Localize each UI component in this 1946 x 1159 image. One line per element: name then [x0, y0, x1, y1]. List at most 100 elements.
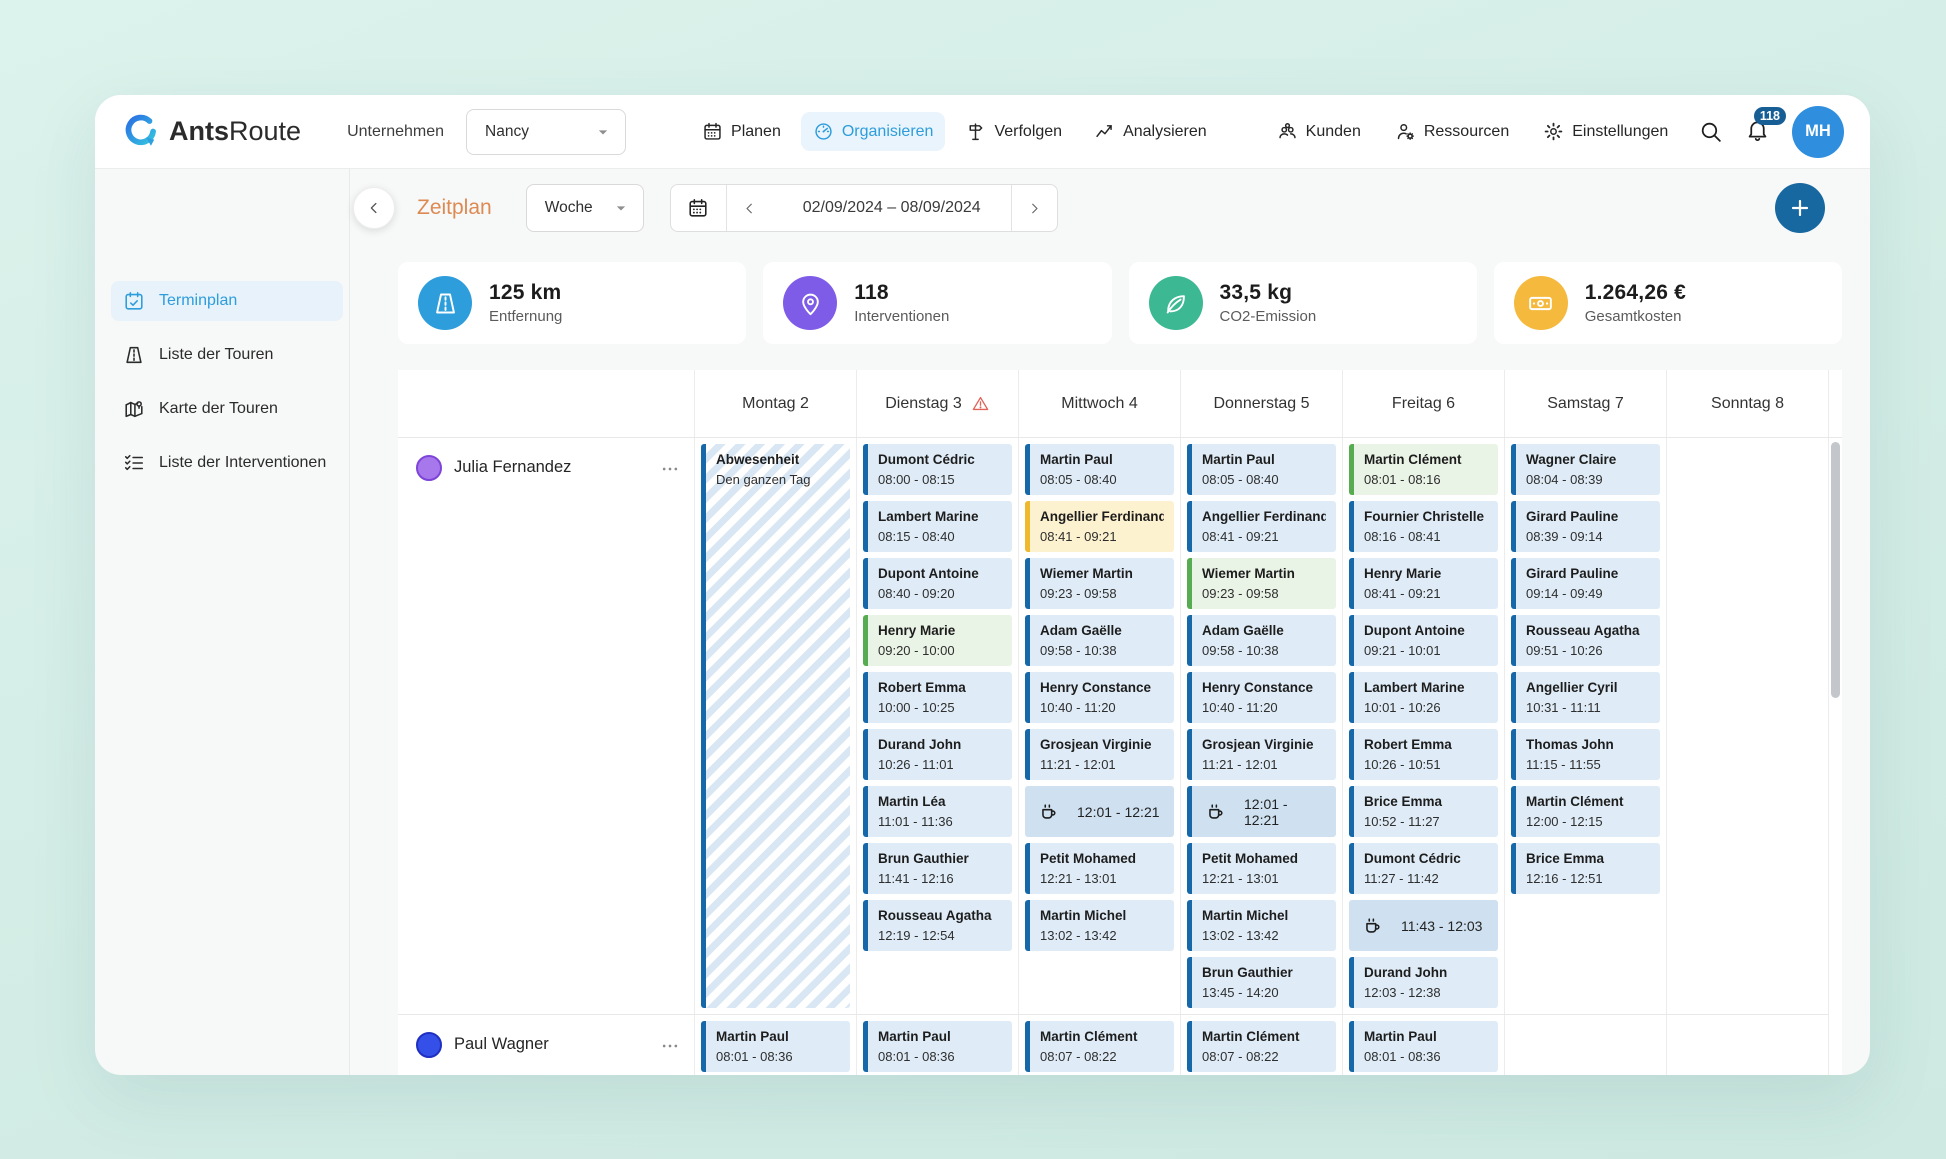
visit-event[interactable]: Martin Paul 08:05 - 08:40: [1025, 444, 1174, 495]
resource-avatar: [416, 455, 442, 481]
break-event[interactable]: 12:01 - 12:21: [1187, 786, 1336, 837]
visit-event[interactable]: Robert Emma 10:26 - 10:51: [1349, 729, 1498, 780]
event-time: 10:40 - 11:20: [1040, 699, 1164, 716]
visit-event[interactable]: Durand John 10:26 - 11:01: [863, 729, 1012, 780]
view-select[interactable]: Woche: [526, 184, 644, 232]
visit-event[interactable]: Robert Emma 10:00 - 10:25: [863, 672, 1012, 723]
visit-event[interactable]: Petit Mohamed 12:21 - 13:01: [1187, 843, 1336, 894]
visit-event[interactable]: Henry Constance 10:40 - 11:20: [1187, 672, 1336, 723]
event-time: 10:52 - 11:27: [1364, 813, 1488, 830]
search-button[interactable]: [1698, 119, 1723, 144]
visit-event[interactable]: Brice Emma 10:52 - 11:27: [1349, 786, 1498, 837]
vertical-scrollbar[interactable]: [1831, 442, 1840, 698]
sidebar-item-liste-der-interventionen[interactable]: Liste der Interventionen: [111, 443, 343, 483]
add-button[interactable]: [1775, 183, 1825, 233]
stat-value: 125 km: [489, 281, 562, 305]
visit-event[interactable]: Adam Gaëlle 09:58 - 10:38: [1187, 615, 1336, 666]
visit-event[interactable]: Girard Pauline 08:39 - 09:14: [1511, 501, 1660, 552]
sidebar-item-liste-der-touren[interactable]: Liste der Touren: [111, 335, 343, 375]
company-select[interactable]: Nancy: [466, 109, 626, 155]
visit-event[interactable]: Grosjean Virginie 11:21 - 12:01: [1025, 729, 1174, 780]
visit-event[interactable]: Wiemer Martin 09:23 - 09:58: [1187, 558, 1336, 609]
open-datepicker-button[interactable]: [671, 185, 727, 231]
nav-tab-planen[interactable]: Planen: [690, 112, 793, 151]
visit-event[interactable]: Martin Clément 12:00 - 12:15: [1511, 786, 1660, 837]
event-time: 08:07 - 08:22: [1202, 1048, 1326, 1065]
visit-event[interactable]: Martin Clément 08:07 - 08:22: [1187, 1021, 1336, 1072]
visit-event[interactable]: Grosjean Virginie 11:21 - 12:01: [1187, 729, 1336, 780]
nav-tab-kunden[interactable]: Kunden: [1265, 112, 1373, 151]
visit-event[interactable]: Martin Léa 11:01 - 11:36: [863, 786, 1012, 837]
event-time: 09:21 - 10:01: [1364, 642, 1488, 659]
event-name: Henry Marie: [878, 622, 1002, 640]
day-header-label: Samstag 7: [1547, 395, 1623, 413]
visit-event[interactable]: Angellier Cyril 10:31 - 11:11: [1511, 672, 1660, 723]
break-event[interactable]: 11:43 - 12:03: [1349, 900, 1498, 951]
break-event[interactable]: 12:01 - 12:21: [1025, 786, 1174, 837]
visit-event[interactable]: Petit Mohamed 12:21 - 13:01: [1025, 843, 1174, 894]
visit-event[interactable]: Wiemer Martin 09:23 - 09:58: [1025, 558, 1174, 609]
visit-event[interactable]: Girard Pauline 09:14 - 09:49: [1511, 558, 1660, 609]
notifications-button[interactable]: 118: [1745, 117, 1770, 147]
visit-event[interactable]: Lambert Marine 10:01 - 10:26: [1349, 672, 1498, 723]
event-time: 11:15 - 11:55: [1526, 756, 1650, 773]
visit-event[interactable]: Lambert Marine 08:15 - 08:40: [863, 501, 1012, 552]
visit-event[interactable]: Martin Paul 08:01 - 08:36: [701, 1021, 850, 1072]
nav-tab-verfolgen[interactable]: Verfolgen: [953, 112, 1074, 151]
nav-tab-einstellungen[interactable]: Einstellungen: [1531, 112, 1680, 151]
stat-value: 118: [854, 281, 949, 305]
visit-event[interactable]: Brun Gauthier 11:41 - 12:16: [863, 843, 1012, 894]
event-name: Fournier Christelle: [1364, 508, 1488, 526]
calendar-icon: [687, 197, 709, 219]
visit-event[interactable]: Brice Emma 12:16 - 12:51: [1511, 843, 1660, 894]
app-logo[interactable]: AntsRoute: [121, 113, 301, 151]
event-time: 12:21 - 13:01: [1202, 870, 1326, 887]
visit-event[interactable]: Martin Michel 13:02 - 13:42: [1187, 900, 1336, 951]
visit-event[interactable]: Brun Gauthier 13:45 - 14:20: [1187, 957, 1336, 1008]
absence-event[interactable]: Abwesenheit Den ganzen Tag: [701, 444, 850, 1008]
visit-event[interactable]: Adam Gaëlle 09:58 - 10:38: [1025, 615, 1174, 666]
nav-tab-label: Verfolgen: [994, 123, 1062, 141]
stat-label: CO2-Emission: [1220, 308, 1317, 325]
visit-event[interactable]: Fournier Christelle 08:16 - 08:41: [1349, 501, 1498, 552]
warning-icon[interactable]: [971, 394, 990, 413]
visit-event[interactable]: Dupont Antoine 08:40 - 09:20: [863, 558, 1012, 609]
visit-event[interactable]: Henry Marie 09:20 - 10:00: [863, 615, 1012, 666]
collapse-sidebar-button[interactable]: [353, 187, 395, 229]
sidebar-item-terminplan[interactable]: Terminplan: [111, 281, 343, 321]
visit-event[interactable]: Martin Paul 08:01 - 08:36: [1349, 1021, 1498, 1072]
visit-event[interactable]: Wagner Claire 08:04 - 08:39: [1511, 444, 1660, 495]
visit-event[interactable]: Henry Constance 10:40 - 11:20: [1025, 672, 1174, 723]
visit-event[interactable]: Dumont Cédric 08:00 - 08:15: [863, 444, 1012, 495]
user-avatar[interactable]: MH: [1792, 106, 1844, 158]
visit-event[interactable]: Martin Michel 13:02 - 13:42: [1025, 900, 1174, 951]
row-menu-button[interactable]: [660, 1036, 680, 1056]
nav-tab-organisieren[interactable]: Organisieren: [801, 112, 946, 151]
visit-event[interactable]: Durand John 12:03 - 12:38: [1349, 957, 1498, 1008]
stat-label: Gesamtkosten: [1585, 308, 1686, 325]
previous-week-button[interactable]: [727, 185, 773, 231]
event-time: 12:16 - 12:51: [1526, 870, 1650, 887]
nav-tab-analysieren[interactable]: Analysieren: [1082, 112, 1219, 151]
visit-event[interactable]: Martin Clément 08:01 - 08:16: [1349, 444, 1498, 495]
visit-event[interactable]: Martin Clément 08:07 - 08:22: [1025, 1021, 1174, 1072]
banknote-icon: [1514, 276, 1568, 330]
visit-event[interactable]: Henry Marie 08:41 - 09:21: [1349, 558, 1498, 609]
event-time: 08:01 - 08:36: [1364, 1048, 1488, 1065]
row-menu-button[interactable]: [660, 459, 680, 479]
visit-event[interactable]: Angellier Ferdinand 08:41 - 09:21: [1187, 501, 1336, 552]
event-name: Durand John: [1364, 964, 1488, 982]
visit-event[interactable]: Dupont Antoine 09:21 - 10:01: [1349, 615, 1498, 666]
sidebar-item-karte-der-touren[interactable]: Karte der Touren: [111, 389, 343, 429]
visit-event[interactable]: Rousseau Agatha 09:51 - 10:26: [1511, 615, 1660, 666]
day-header-mittwoch-4: Mittwoch 4: [1019, 370, 1181, 437]
day-header-montag-2: Montag 2: [695, 370, 857, 437]
visit-event[interactable]: Martin Paul 08:01 - 08:36: [863, 1021, 1012, 1072]
visit-event[interactable]: Martin Paul 08:05 - 08:40: [1187, 444, 1336, 495]
visit-event[interactable]: Dumont Cédric 11:27 - 11:42: [1349, 843, 1498, 894]
nav-tab-ressourcen[interactable]: Ressourcen: [1383, 112, 1521, 151]
visit-event[interactable]: Thomas John 11:15 - 11:55: [1511, 729, 1660, 780]
next-week-button[interactable]: [1011, 185, 1057, 231]
visit-event[interactable]: Angellier Ferdinand 08:41 - 09:21: [1025, 501, 1174, 552]
visit-event[interactable]: Rousseau Agatha 12:19 - 12:54: [863, 900, 1012, 951]
